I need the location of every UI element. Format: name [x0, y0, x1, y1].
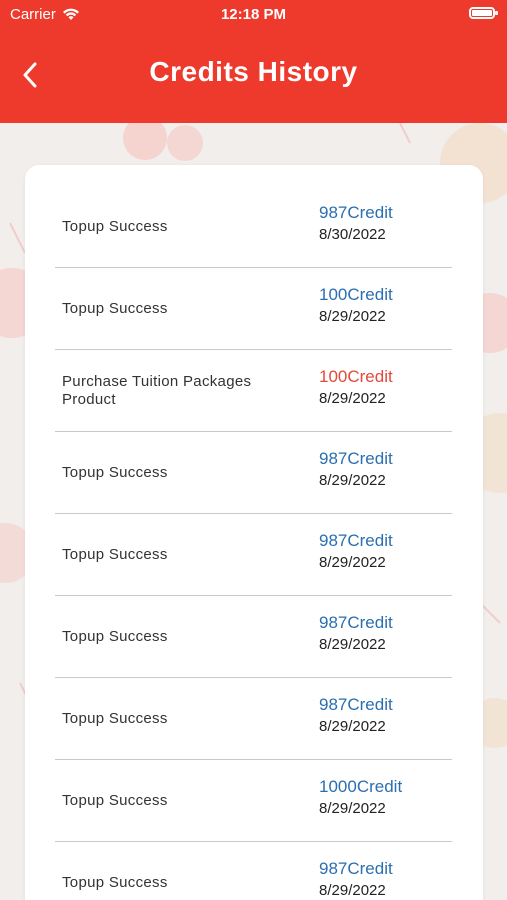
transaction-date: 8/29/2022: [319, 554, 386, 571]
transaction-row[interactable]: Topup Success 100Credit 8/29/2022: [55, 268, 452, 350]
status-time: 12:18 PM: [220, 6, 287, 23]
transaction-amount-block: 987Credit 8/30/2022: [319, 203, 393, 243]
transaction-row[interactable]: Topup Success 987Credit 8/30/2022: [55, 186, 452, 268]
transaction-amount-block: 987Credit 8/29/2022: [319, 613, 393, 653]
transaction-credit: 987Credit: [319, 449, 393, 468]
transaction-date: 8/29/2022: [319, 800, 386, 817]
transaction-credit: 987Credit: [319, 203, 393, 222]
transaction-description: Topup Success: [62, 299, 168, 317]
transaction-credit: 987Credit: [319, 859, 393, 878]
transaction-row[interactable]: Purchase Tuition Packages Product 100Cre…: [55, 350, 452, 432]
transaction-credit: 987Credit: [319, 695, 393, 714]
transaction-row[interactable]: Topup Success 987Credit 8/29/2022: [55, 432, 452, 514]
transaction-row[interactable]: Topup Success 987Credit 8/29/2022: [55, 678, 452, 760]
transaction-date: 8/30/2022: [319, 226, 386, 243]
app-header: Carrier 12:18 PM Credits History: [0, 0, 507, 123]
transaction-date: 8/29/2022: [319, 718, 386, 735]
transaction-credit: 987Credit: [319, 613, 393, 632]
transaction-credit: 987Credit: [319, 531, 393, 550]
transaction-amount-block: 987Credit 8/29/2022: [319, 695, 393, 735]
transaction-date: 8/29/2022: [319, 636, 386, 653]
transaction-amount-block: 100Credit 8/29/2022: [319, 285, 393, 325]
transaction-description: Topup Success: [62, 217, 168, 235]
transaction-amount-block: 987Credit 8/29/2022: [319, 449, 393, 489]
transaction-date: 8/29/2022: [319, 882, 386, 899]
transaction-description: Purchase Tuition Packages Product: [62, 372, 252, 408]
transaction-amount-block: 1000Credit 8/29/2022: [319, 777, 402, 817]
transaction-description: Topup Success: [62, 627, 168, 645]
credits-history-card: Topup Success 987Credit 8/30/2022 Topup …: [25, 165, 483, 900]
transaction-credit: 100Credit: [319, 285, 393, 304]
transaction-row[interactable]: Topup Success 987Credit 8/29/2022: [55, 842, 452, 900]
transaction-credit: 100Credit: [319, 367, 393, 386]
transaction-description: Topup Success: [62, 791, 168, 809]
transaction-amount-block: 987Credit 8/29/2022: [319, 859, 393, 899]
transaction-amount-block: 987Credit 8/29/2022: [319, 531, 393, 571]
transaction-amount-block: 100Credit 8/29/2022: [319, 367, 393, 407]
transaction-list: Topup Success 987Credit 8/30/2022 Topup …: [55, 186, 452, 900]
transaction-date: 8/29/2022: [319, 308, 386, 325]
transaction-description: Topup Success: [62, 709, 168, 727]
transaction-description: Topup Success: [62, 873, 168, 891]
status-bar: Carrier 12:18 PM: [0, 0, 507, 28]
page-title: Credits History: [149, 56, 358, 87]
transaction-date: 8/29/2022: [319, 390, 386, 407]
transaction-credit: 1000Credit: [319, 777, 403, 796]
transaction-row[interactable]: Topup Success 1000Credit 8/29/2022: [55, 760, 452, 842]
battery-icon: [469, 7, 498, 19]
transaction-row[interactable]: Topup Success 987Credit 8/29/2022: [55, 514, 452, 596]
transaction-row[interactable]: Topup Success 987Credit 8/29/2022: [55, 596, 452, 678]
transaction-description: Topup Success: [62, 545, 168, 563]
transaction-date: 8/29/2022: [319, 472, 386, 489]
transaction-description: Topup Success: [62, 463, 168, 481]
